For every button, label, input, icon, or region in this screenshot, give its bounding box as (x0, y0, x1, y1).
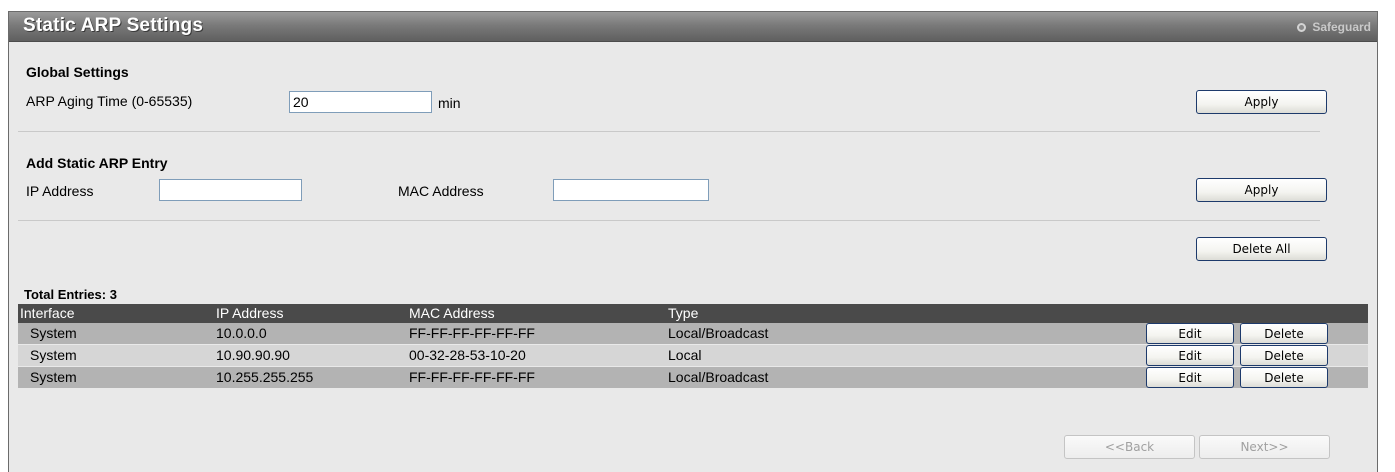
ip-address-cell: 10.0.0.0 (216, 325, 267, 341)
back-button[interactable]: <<Back (1064, 435, 1195, 459)
column-header-mac-address: MAC Address (409, 305, 495, 321)
mac-address-label: MAC Address (398, 183, 484, 199)
column-header-interface: Interface (20, 305, 75, 321)
safeguard-indicator: Safeguard (1297, 19, 1371, 35)
delete-button[interactable]: Delete (1240, 323, 1328, 344)
table-header: Interface IP Address MAC Address Type (18, 304, 1368, 323)
title-bar: Static ARP Settings Safeguard (9, 12, 1377, 42)
interface-cell: System (30, 369, 77, 385)
apply-add-entry-button[interactable]: Apply (1196, 178, 1327, 202)
edit-button[interactable]: Edit (1146, 323, 1234, 344)
next-button[interactable]: Next>> (1199, 435, 1330, 459)
total-entries-label: Total Entries: 3 (24, 287, 117, 302)
interface-cell: System (30, 347, 77, 363)
apply-aging-button[interactable]: Apply (1196, 90, 1327, 114)
table-row: System 10.90.90.90 00-32-28-53-10-20 Loc… (18, 345, 1368, 366)
mac-address-cell: 00-32-28-53-10-20 (409, 347, 526, 363)
delete-all-button[interactable]: Delete All (1196, 237, 1327, 261)
ip-address-label: IP Address (26, 183, 94, 199)
section-divider (18, 220, 1320, 221)
aging-unit-label: min (438, 95, 461, 111)
safeguard-label: Safeguard (1312, 20, 1371, 34)
page-title: Static ARP Settings (23, 15, 204, 36)
type-cell: Local/Broadcast (668, 325, 769, 341)
arp-aging-time-input[interactable] (289, 91, 432, 113)
ip-address-input[interactable] (159, 179, 302, 201)
edit-button[interactable]: Edit (1146, 367, 1234, 388)
column-header-type: Type (668, 305, 699, 321)
interface-cell: System (30, 325, 77, 341)
table-row: System 10.0.0.0 FF-FF-FF-FF-FF-FF Local/… (18, 323, 1368, 344)
type-cell: Local/Broadcast (668, 369, 769, 385)
mac-address-cell: FF-FF-FF-FF-FF-FF (409, 369, 535, 385)
ip-address-cell: 10.90.90.90 (216, 347, 290, 363)
delete-button[interactable]: Delete (1240, 367, 1328, 388)
safeguard-status-icon (1297, 22, 1307, 32)
section-divider (18, 131, 1320, 132)
mac-address-cell: FF-FF-FF-FF-FF-FF (409, 325, 535, 341)
arp-aging-time-label: ARP Aging Time (0-65535) (26, 93, 193, 109)
delete-button[interactable]: Delete (1240, 345, 1328, 366)
ip-address-cell: 10.255.255.255 (216, 369, 314, 385)
table-row: System 10.255.255.255 FF-FF-FF-FF-FF-FF … (18, 367, 1368, 388)
add-static-arp-heading: Add Static ARP Entry (26, 155, 168, 171)
type-cell: Local (668, 347, 702, 363)
edit-button[interactable]: Edit (1146, 345, 1234, 366)
global-settings-heading: Global Settings (26, 64, 129, 80)
static-arp-panel: Static ARP Settings Safeguard (8, 11, 1378, 472)
mac-address-input[interactable] (553, 179, 709, 201)
column-header-ip-address: IP Address (216, 305, 284, 321)
